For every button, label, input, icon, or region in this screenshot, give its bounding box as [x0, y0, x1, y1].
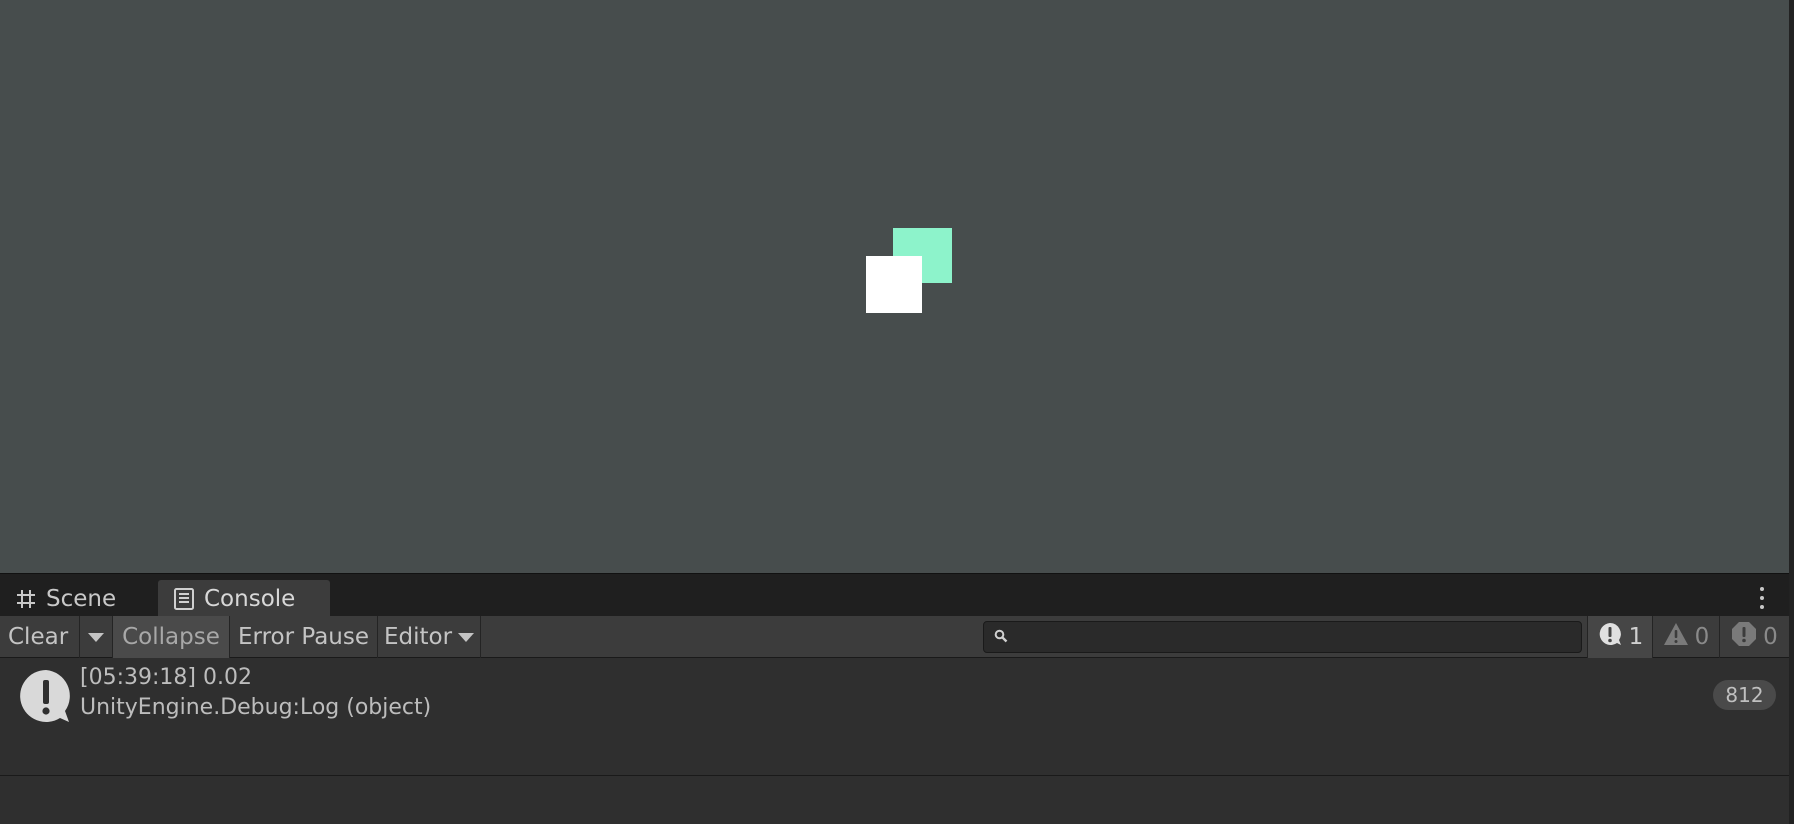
error-icon: [1731, 621, 1757, 653]
log-message: [05:39:18] 0.02: [80, 665, 252, 690]
info-message-icon: [18, 668, 74, 728]
error-count: 0: [1763, 624, 1778, 650]
tab-scene[interactable]: Scene: [0, 580, 155, 617]
window-edge: [1789, 0, 1794, 824]
console-log-list[interactable]: [05:39:18] 0.02 UnityEngine.Debug:Log (o…: [0, 658, 1789, 824]
log-entry[interactable]: [05:39:18] 0.02 UnityEngine.Debug:Log (o…: [0, 658, 1789, 776]
tab-console[interactable]: Console: [158, 580, 330, 617]
chevron-down-icon: [458, 632, 475, 642]
clear-options-dropdown[interactable]: [80, 616, 113, 658]
log-stacktrace: UnityEngine.Debug:Log (object): [80, 695, 432, 720]
console-toolbar: Clear Collapse Error Pause Editor 1 0 0: [0, 616, 1789, 658]
console-icon: [174, 587, 194, 610]
warning-icon: [1663, 622, 1689, 652]
search-icon: [994, 628, 1008, 647]
warning-filter-toggle[interactable]: 0: [1652, 616, 1719, 658]
editor-dropdown[interactable]: Editor: [378, 616, 481, 658]
error-filter-toggle[interactable]: 0: [1719, 616, 1789, 658]
white-square-sprite: [866, 256, 922, 313]
collapse-toggle[interactable]: Collapse: [113, 616, 230, 658]
tab-scene-label: Scene: [46, 585, 117, 612]
tab-bar: Scene Console: [0, 573, 1789, 617]
info-count: 1: [1628, 624, 1644, 650]
warning-count: 0: [1694, 624, 1710, 650]
clear-button[interactable]: Clear: [0, 616, 80, 658]
chevron-down-icon: [88, 632, 104, 642]
search-input[interactable]: [1014, 625, 1581, 649]
search-box[interactable]: [983, 621, 1582, 653]
info-filter-toggle[interactable]: 1: [1587, 616, 1652, 658]
error-pause-toggle[interactable]: Error Pause: [230, 616, 378, 658]
grid-icon: [16, 589, 36, 609]
tab-console-label: Console: [204, 585, 296, 612]
editor-dropdown-label: Editor: [383, 624, 453, 650]
game-view[interactable]: [0, 0, 1789, 573]
log-count-badge: 812: [1713, 680, 1776, 710]
more-options-icon[interactable]: [1759, 587, 1765, 609]
info-icon: [1597, 621, 1623, 653]
